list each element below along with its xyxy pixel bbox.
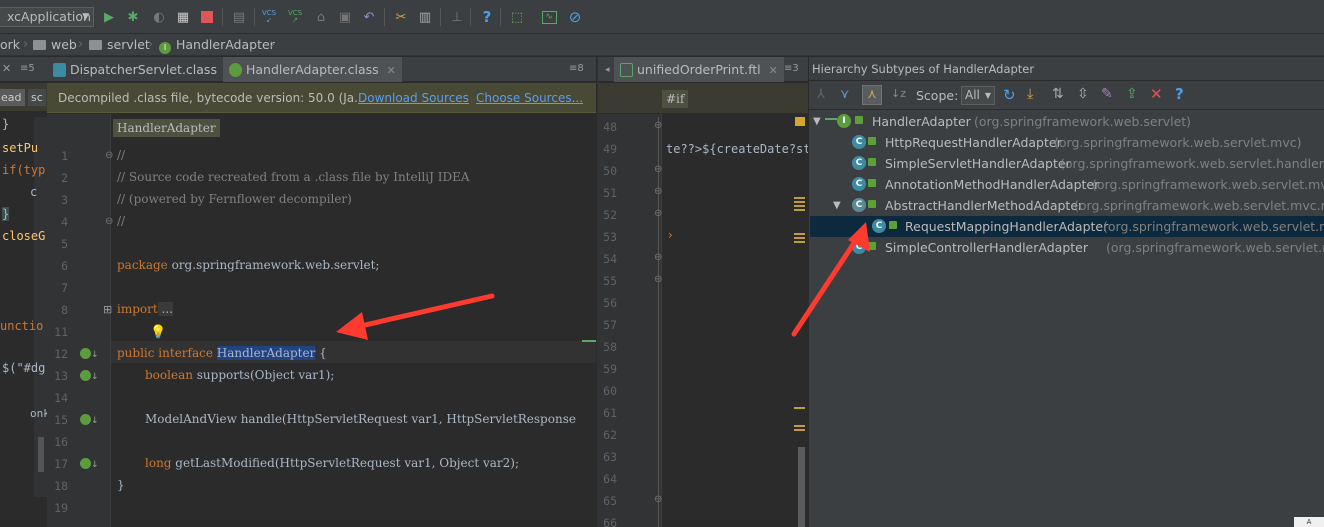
corner-widget: A [1294, 517, 1324, 527]
red-arrow-left [336, 293, 495, 340]
red-arrow-right [791, 222, 870, 337]
annotation-arrows [336, 222, 870, 340]
